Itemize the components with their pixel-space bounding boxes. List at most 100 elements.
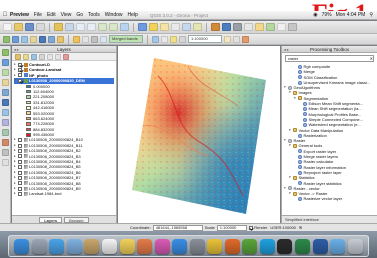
annotation-icon[interactable] <box>224 35 231 43</box>
oracle-layer-icon[interactable] <box>1 139 9 146</box>
wms-layer-icon[interactable] <box>1 109 9 116</box>
plugin-icon[interactable] <box>211 23 220 31</box>
add-wms-icon[interactable] <box>21 35 28 43</box>
word-icon[interactable] <box>312 238 328 254</box>
field-calculator-icon[interactable] <box>182 23 191 31</box>
brightness-icon[interactable] <box>170 35 177 43</box>
pan-to-selection-icon[interactable] <box>65 23 74 31</box>
layer-select[interactable]: Merged bands <box>109 35 143 43</box>
appstore-icon[interactable] <box>172 238 188 254</box>
style-icon[interactable] <box>266 23 275 31</box>
postgis-layer-icon[interactable] <box>1 99 9 106</box>
render-checkbox[interactable] <box>248 225 253 230</box>
menubar-app-name[interactable]: Preview <box>10 11 29 20</box>
measure-icon[interactable] <box>193 23 202 31</box>
print-layout-icon[interactable] <box>36 23 45 31</box>
raster-layer-icon[interactable] <box>1 59 9 66</box>
photos-icon[interactable] <box>137 238 153 254</box>
toolbox-item[interactable]: Rasterize vector layer <box>284 196 377 201</box>
menu-help[interactable]: Help <box>128 11 138 20</box>
itunes-icon[interactable] <box>154 238 170 254</box>
georef-icon[interactable] <box>277 23 286 31</box>
delimited-text-icon[interactable] <box>1 79 9 86</box>
select-icon[interactable] <box>149 23 158 31</box>
add-group-icon[interactable] <box>23 53 29 60</box>
layer-visibility-checkbox[interactable] <box>18 73 22 78</box>
zoom-in-icon[interactable] <box>76 23 85 31</box>
layer-visibility-checkbox[interactable] <box>18 175 22 180</box>
menu-window[interactable]: Window <box>105 11 123 20</box>
coordinate-field[interactable]: 481644,-1565558 <box>152 224 203 231</box>
processing-icon[interactable] <box>233 23 242 31</box>
zoom-layer-icon[interactable] <box>109 23 118 31</box>
style-panel-icon[interactable] <box>15 53 21 60</box>
battery-percent[interactable]: 79% <box>322 11 332 20</box>
contacts-icon[interactable] <box>84 238 100 254</box>
excel-icon[interactable] <box>295 238 311 254</box>
expand-all-icon[interactable] <box>47 53 53 60</box>
add-spatialite-icon[interactable] <box>48 35 55 43</box>
stretch-icon[interactable] <box>161 35 168 43</box>
spotlight-icon[interactable]: ⚲ <box>369 11 373 20</box>
map-canvas[interactable] <box>118 46 280 223</box>
layer-visibility-checkbox[interactable] <box>18 78 22 83</box>
identify-icon[interactable] <box>138 23 147 31</box>
digitize-icon[interactable] <box>73 35 80 43</box>
mail-icon[interactable] <box>66 238 82 254</box>
raster-calc-icon[interactable] <box>100 35 107 43</box>
messages-icon[interactable]: ✉ <box>299 224 302 231</box>
vector-layer-icon[interactable] <box>1 49 9 56</box>
layer-visibility-checkbox[interactable] <box>18 154 22 159</box>
scale-select[interactable]: 1:100000 <box>188 35 222 43</box>
deselect-icon[interactable] <box>160 23 169 31</box>
toolbox-close-icon[interactable]: ●● <box>284 46 289 53</box>
layer-visibility-checkbox[interactable] <box>18 62 22 67</box>
layer-visibility-checkbox[interactable] <box>18 165 22 170</box>
attribute-table-icon[interactable] <box>171 23 180 31</box>
manage-map-themes-icon[interactable] <box>31 53 37 60</box>
layer-visibility-checkbox[interactable] <box>18 170 22 175</box>
folder-icon[interactable] <box>330 238 346 254</box>
clock[interactable]: Mon 4:04 PM <box>336 11 366 20</box>
edit-icon[interactable] <box>82 35 89 43</box>
help-icon[interactable] <box>244 23 253 31</box>
layer-visibility-checkbox[interactable] <box>18 181 22 186</box>
crs-status[interactable]: USER:100000 <box>270 224 296 231</box>
panel-close-icon[interactable]: ●● <box>14 46 19 53</box>
node-tool-icon[interactable] <box>91 35 98 43</box>
apple-icon[interactable]:  <box>0 11 10 20</box>
wifi-icon[interactable]: ◉ <box>313 11 317 20</box>
spatialite-layer-icon[interactable] <box>1 89 9 96</box>
add-raster-icon[interactable] <box>12 35 19 43</box>
open-project-icon[interactable] <box>14 23 23 31</box>
pin-icon[interactable] <box>242 35 249 43</box>
toolbox-search-input[interactable]: raster ✕ <box>285 55 374 62</box>
notes-icon[interactable] <box>119 238 135 254</box>
collapse-all-icon[interactable] <box>55 53 61 60</box>
menu-view[interactable]: View <box>61 11 72 20</box>
filter-legend-icon[interactable] <box>39 53 45 60</box>
skype-icon[interactable] <box>259 238 275 254</box>
launchpad-icon[interactable] <box>31 238 47 254</box>
scale-field[interactable]: 1:100000 <box>216 224 247 231</box>
calendar-icon[interactable] <box>102 238 117 254</box>
remove-layer-icon[interactable] <box>63 53 69 60</box>
finder-icon[interactable] <box>14 238 30 254</box>
qgis-icon[interactable] <box>242 238 258 254</box>
layer-visibility-checkbox[interactable] <box>18 68 22 73</box>
clear-search-icon[interactable]: ✕ <box>370 56 373 61</box>
new-project-icon[interactable] <box>3 23 12 31</box>
save-project-icon[interactable] <box>25 23 34 31</box>
menu-tools[interactable]: Tools <box>88 11 100 20</box>
layer-item[interactable]: ▸ Landsat-1984-bnd <box>14 191 114 196</box>
wfs-layer-icon[interactable] <box>1 119 9 126</box>
settings-icon[interactable] <box>288 23 297 31</box>
python-icon[interactable] <box>222 23 231 31</box>
simplified-interface-toggle[interactable]: Simplified interface <box>282 215 377 223</box>
zoom-out-icon[interactable] <box>87 23 96 31</box>
histogram-icon[interactable] <box>152 35 159 43</box>
contrast-icon[interactable] <box>179 35 186 43</box>
text-icon[interactable] <box>233 35 240 43</box>
layer-visibility-checkbox[interactable] <box>18 192 22 197</box>
mesh-layer-icon[interactable] <box>1 69 9 76</box>
